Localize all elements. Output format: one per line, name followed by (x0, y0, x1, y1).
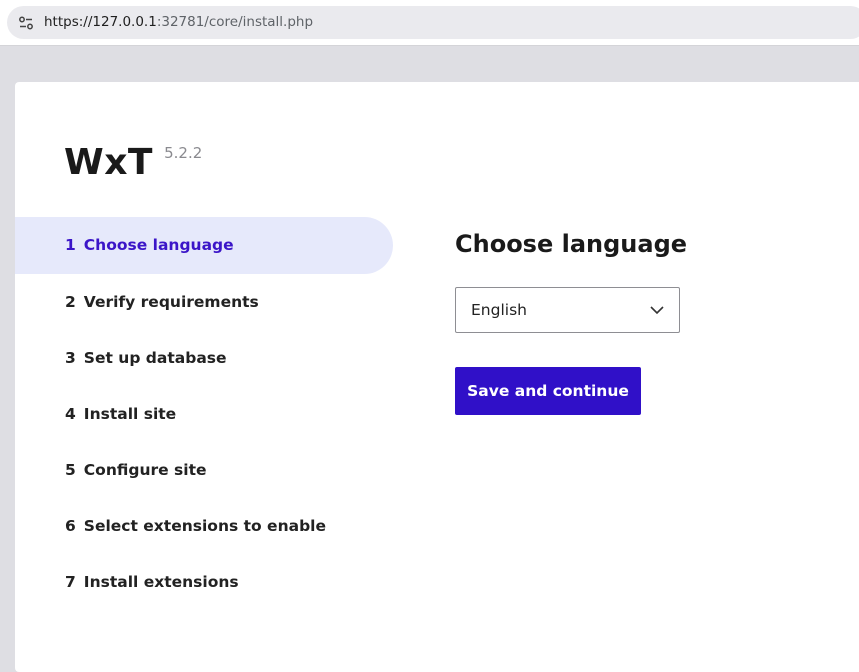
step-choose-language: 1 Choose language (15, 217, 393, 274)
installer-card: WxT 5.2.2 1 Choose language 2 Verify requi… (15, 82, 859, 672)
install-steps: 1 Choose language 2 Verify requirements 3S… (15, 217, 393, 610)
brand: WxT 5.2.2 (64, 142, 202, 183)
step-install-site: 4 Install site (15, 386, 393, 442)
step-label: Configure site (83, 461, 207, 479)
step-install-extensions: 7 Install extensions (15, 554, 393, 610)
language-select-value: English (471, 301, 527, 319)
step-label: Install site (83, 405, 177, 423)
url-host: https://127.0.0.1 (44, 14, 157, 30)
brand-version: 5.2.2 (164, 144, 203, 162)
step-number: 5 (65, 461, 76, 479)
step-label: Install extensions (83, 573, 239, 591)
step-number: 4 (65, 405, 76, 423)
step-number: 2 (65, 293, 76, 311)
step-select-extensions: 6 Select extensions to enable (15, 498, 393, 554)
language-select[interactable]: English (455, 287, 680, 333)
step-set-up-database: 3 Set up database (15, 330, 393, 386)
step-number: 1 (65, 236, 76, 254)
step-label: Select extensions to enable (83, 517, 326, 535)
step-configure-site: 5 Configure site (15, 442, 393, 498)
site-settings-icon[interactable] (18, 15, 34, 31)
step-number: 6 (65, 517, 76, 535)
step-label: Choose language (83, 236, 234, 254)
step-number: 7 (65, 573, 76, 591)
address-bar[interactable]: https://127.0.0.1:32781/core/install.php (7, 6, 859, 39)
url-text[interactable]: https://127.0.0.1:32781/core/install.php (44, 14, 313, 30)
page-title: Choose language (455, 230, 688, 258)
step-label: Set up database (83, 349, 227, 367)
brand-name: WxT (64, 142, 153, 183)
step-verify-requirements: 2 Verify requirements (15, 274, 393, 330)
step-label: Verify requirements (83, 293, 259, 311)
browser-toolbar: https://127.0.0.1:32781/core/install.php (0, 0, 859, 46)
url-path: :32781/core/install.php (156, 14, 314, 30)
chevron-down-icon (650, 306, 664, 315)
main-content: Choose language English Save and continu… (455, 230, 688, 415)
save-and-continue-button[interactable]: Save and continue (455, 367, 641, 415)
step-number: 3 (65, 349, 76, 367)
